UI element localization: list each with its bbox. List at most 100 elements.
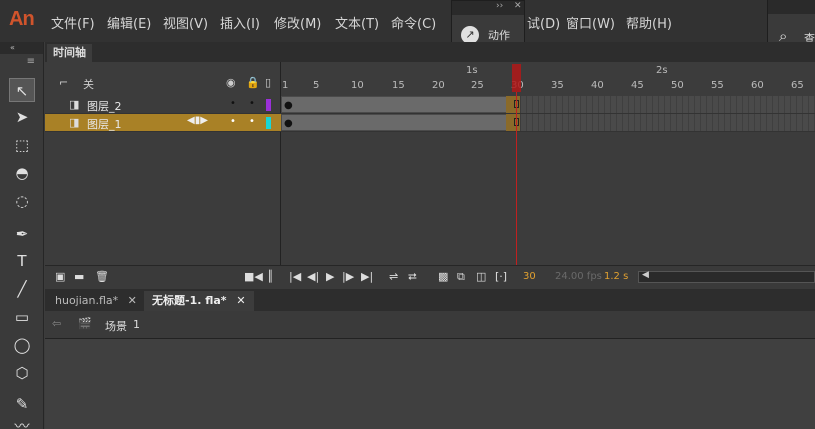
frame-span[interactable] — [281, 96, 507, 113]
free-transform-tool-icon[interactable]: ⬚ — [9, 133, 35, 157]
scroll-left-icon[interactable]: ◀ — [642, 270, 649, 280]
second-label: 1s — [466, 65, 478, 76]
keyframe-nav-icon[interactable]: ◀▮▶ — [187, 115, 208, 126]
current-frame[interactable]: 30 — [523, 271, 536, 282]
stage-area[interactable] — [45, 339, 815, 429]
frame-tick-label: 45 — [631, 80, 644, 91]
layer-icon: ◨ — [69, 98, 80, 111]
selection-tool-icon[interactable]: ↖ — [9, 78, 35, 102]
scene-label[interactable]: 场景 — [105, 318, 127, 334]
empty-frames[interactable] — [521, 114, 815, 131]
back-arrow-icon[interactable]: ⇦ — [52, 317, 61, 330]
frame-rate[interactable]: 24.00 fps — [555, 271, 602, 282]
lock-icon[interactable]: 🔒 — [246, 76, 260, 89]
new-layer-icon[interactable]: ▣ — [55, 270, 65, 283]
actions-label: 动作 — [488, 29, 510, 42]
polystar-tool-icon[interactable]: ⬡ — [9, 361, 35, 385]
keyframe-dot[interactable]: ● — [284, 100, 293, 111]
edit-multiple-icon[interactable]: ⧉ — [457, 270, 465, 284]
timeline-controls: ▣ ▬ 🗑 ■◀ ║ |◀ ◀| ▶ |▶ ▶| ⇌ ⮂ ▩ ⧉ ◫ [·] 3… — [45, 265, 815, 289]
frames-panel[interactable]: 1s 2s 1 5 10 15 20 25 30 35 40 45 50 55 … — [281, 62, 815, 327]
menu-modify[interactable]: 修改(M) — [274, 13, 321, 32]
menu-command[interactable]: 命令(C) — [391, 13, 436, 32]
outline-icon[interactable]: ▯ — [265, 76, 271, 89]
elapsed-time[interactable]: 1.2 s — [604, 271, 628, 282]
menu-edit[interactable]: 编辑(E) — [107, 13, 151, 32]
layer-color-swatch[interactable] — [266, 99, 271, 111]
close-tab-icon[interactable]: ✕ — [128, 294, 137, 307]
camera-icon[interactable]: ■◀ — [244, 270, 263, 283]
rectangle-tool-icon[interactable]: ▭ — [9, 305, 35, 329]
tab-timeline[interactable]: 时间轴 — [47, 44, 92, 62]
brush-tool-icon[interactable]: 〰 — [9, 414, 35, 429]
grip-icon[interactable]: ≡ — [0, 54, 43, 70]
lock-dot[interactable]: • — [249, 98, 255, 109]
layer-name[interactable]: 图层_1 — [87, 116, 122, 132]
frame-tick-label: 1 — [282, 80, 289, 91]
timeline-scrollbar[interactable]: ◀ — [638, 270, 815, 283]
visibility-dot[interactable]: • — [230, 98, 236, 109]
lasso-tool-icon[interactable]: ◌ — [9, 189, 35, 213]
menu-file[interactable]: 文件(F) — [51, 13, 95, 32]
onion-outline-icon[interactable]: ▩ — [438, 270, 448, 283]
trash-icon[interactable]: 🗑 — [95, 270, 109, 283]
second-label: 2s — [656, 65, 668, 76]
keyframe-dot[interactable]: ● — [284, 118, 293, 129]
right-panel-header — [768, 0, 815, 14]
layer-header-label: 关 — [83, 78, 94, 91]
tab-document-active[interactable]: 无标题-1. fla* ✕ — [144, 291, 254, 311]
onion-markers-icon[interactable]: ◫ — [476, 270, 486, 283]
text-tool-icon[interactable]: T — [9, 249, 35, 273]
pencil-tool-icon[interactable]: ✎ — [9, 392, 35, 416]
scene-number: 1 — [133, 318, 140, 331]
frame-tick-label: 50 — [671, 80, 684, 91]
menu-help[interactable]: 帮助(H) — [626, 13, 672, 32]
subselection-tool-icon[interactable]: ➤ — [9, 105, 35, 129]
layer-row[interactable]: ◨ 图层_2 • • — [45, 96, 281, 114]
panel-toggle-icon[interactable]: ║ — [267, 270, 274, 283]
collapse-tools-icon[interactable]: « — [0, 42, 43, 54]
layer-row-selected[interactable]: ◨ 图层_1 ◀▮▶ • • — [45, 114, 281, 132]
new-folder-icon[interactable]: ▬ — [74, 270, 84, 283]
frame-row[interactable]: ● — [281, 96, 815, 114]
go-first-frame-icon[interactable]: |◀ — [289, 270, 301, 283]
center-frame-icon[interactable]: [·] — [495, 270, 507, 283]
frame-tick-label: 35 — [551, 80, 564, 91]
oval-tool-icon[interactable]: ◯ — [9, 333, 35, 357]
go-last-frame-icon[interactable]: ▶| — [361, 270, 373, 283]
menu-debug[interactable]: 试(D) — [527, 13, 560, 32]
step-back-icon[interactable]: ◀| — [307, 270, 319, 283]
empty-frames[interactable] — [521, 96, 815, 113]
frame-tick-label: 5 — [313, 80, 320, 91]
close-tab-icon[interactable]: ✕ — [236, 294, 245, 307]
close-icon[interactable]: ✕ — [514, 1, 522, 11]
menu-insert[interactable]: 插入(I) — [220, 13, 260, 32]
layer-color-swatch[interactable] — [266, 117, 271, 129]
onion-skin-icon[interactable]: ⮂ — [408, 270, 417, 284]
line-tool-icon[interactable]: ╱ — [9, 277, 35, 301]
frame-ruler[interactable]: 1s 2s 1 5 10 15 20 25 30 35 40 45 50 55 … — [281, 62, 815, 92]
frame-tick-label: 25 — [471, 80, 484, 91]
3d-rotation-tool-icon[interactable]: ◓ — [9, 161, 35, 185]
frame-row[interactable]: ● — [281, 114, 815, 132]
timeline-tab-bar: 时间轴 — [45, 42, 815, 62]
tab-document[interactable]: huojian.fla* ✕ — [47, 291, 145, 311]
eye-icon[interactable]: ◉ — [226, 76, 236, 89]
tab-label: huojian.fla* — [55, 294, 119, 307]
frame-tick-label: 55 — [711, 80, 724, 91]
collapse-icon[interactable]: ›› — [496, 1, 503, 11]
layer-name[interactable]: 图层_2 — [87, 98, 122, 114]
menu-text[interactable]: 文本(T) — [335, 13, 379, 32]
document-tabs: huojian.fla* ✕ 无标题-1. fla* ✕ — [45, 289, 815, 311]
menu-view[interactable]: 视图(V) — [163, 13, 208, 32]
menu-window[interactable]: 窗口(W) — [566, 13, 615, 32]
pen-tool-icon[interactable]: ✒ — [9, 222, 35, 246]
frame-span[interactable] — [281, 114, 507, 131]
visibility-dot[interactable]: • — [230, 116, 236, 127]
layer-header-icon[interactable]: ⌐ — [59, 76, 68, 89]
play-icon[interactable]: ▶ — [326, 270, 334, 283]
step-forward-icon[interactable]: |▶ — [342, 270, 354, 283]
loop-icon[interactable]: ⇌ — [389, 270, 398, 283]
lock-dot[interactable]: • — [249, 116, 255, 127]
playhead[interactable] — [512, 64, 521, 92]
